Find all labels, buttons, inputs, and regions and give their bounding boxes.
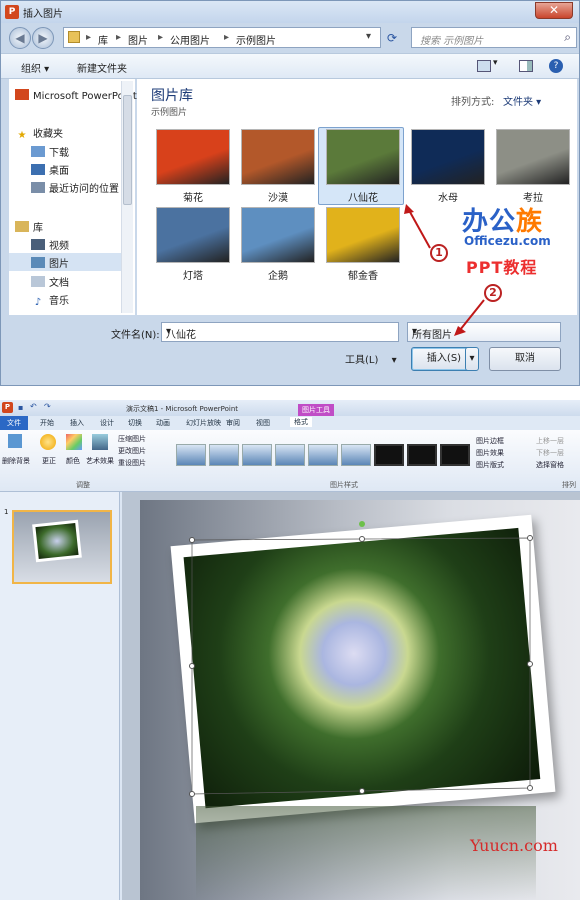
picture-style-swatch[interactable]: [341, 444, 371, 466]
thumbnail-hydrangea: [35, 522, 79, 560]
picture-style-swatch[interactable]: [407, 444, 437, 466]
color-icon[interactable]: [66, 434, 82, 450]
corrections-icon[interactable]: [40, 434, 56, 450]
callout-arrowhead-2: [454, 326, 466, 336]
picture-style-swatch[interactable]: [176, 444, 206, 466]
reset-picture-button[interactable]: 重设图片: [118, 458, 146, 468]
bring-forward-button[interactable]: 上移一层: [536, 436, 564, 446]
ribbon-tab[interactable]: 幻灯片放映: [186, 418, 221, 428]
resize-handle[interactable]: [527, 785, 533, 791]
watermark-domain: Officezu.com: [464, 234, 551, 248]
ribbon-tabs: 开始 插入 设计 切换 动画 幻灯片放映 审阅 视图 格式: [0, 416, 580, 430]
artistic-effects-icon[interactable]: [92, 434, 108, 450]
resize-handle[interactable]: [189, 791, 195, 797]
artistic-effects-button[interactable]: 艺术效果: [86, 456, 114, 466]
compress-pictures-button[interactable]: 压缩图片: [118, 434, 146, 444]
picture-effects-button[interactable]: 图片效果: [476, 448, 504, 458]
selection-box: [191, 537, 531, 795]
resize-handle[interactable]: [527, 535, 533, 541]
redo-icon[interactable]: ↷: [44, 402, 51, 411]
ribbon: 删除背景 更正 颜色 艺术效果 压缩图片 更改图片 重设图片 调整 图片样式 图…: [0, 430, 580, 492]
resize-handle[interactable]: [527, 661, 533, 667]
annotation-arrows: [404, 204, 485, 336]
watermark-course: PPT教程: [466, 258, 538, 277]
watermark-site: Yuucn.com: [470, 836, 558, 855]
resize-handle[interactable]: [359, 536, 365, 542]
callout-arrowhead-1: [404, 204, 414, 214]
slide-thumbnail[interactable]: [12, 510, 112, 584]
powerpoint-app-icon: P: [2, 402, 13, 413]
picture-layout-button[interactable]: 图片版式: [476, 460, 504, 470]
picture-style-swatch[interactable]: [275, 444, 305, 466]
ribbon-tab[interactable]: 开始: [40, 418, 54, 428]
resize-handle[interactable]: [189, 537, 195, 543]
change-picture-button[interactable]: 更改图片: [118, 446, 146, 456]
watermark-brand: 办公族: [462, 201, 543, 238]
save-icon[interactable]: ▪: [18, 403, 23, 412]
ppt-titlebar: P ▪ ↶ ↷ 演示文稿1 - Microsoft PowerPoint 图片工…: [0, 400, 580, 416]
picture-border-button[interactable]: 图片边框: [476, 436, 504, 446]
selection-handles: [189, 521, 533, 797]
adjust-group-label: 调整: [76, 481, 90, 489]
slide-number: 1: [4, 508, 9, 516]
callout-number-1: 1: [430, 244, 448, 262]
undo-icon[interactable]: ↶: [30, 402, 37, 411]
remove-background-button[interactable]: 删除背景: [2, 456, 30, 466]
resize-handle[interactable]: [359, 788, 365, 794]
picture-style-swatch[interactable]: [308, 444, 338, 466]
resize-handle[interactable]: [189, 663, 195, 669]
send-backward-button[interactable]: 下移一层: [536, 448, 564, 458]
remove-background-icon[interactable]: [8, 434, 22, 448]
callout-arrow-1: [409, 211, 431, 249]
ribbon-tab[interactable]: 动画: [156, 418, 170, 428]
corrections-button[interactable]: 更正: [42, 456, 56, 466]
picture-tools-label: 图片工具: [298, 404, 334, 416]
ribbon-tab[interactable]: 视图: [256, 418, 270, 428]
picture-styles-group-label: 图片样式: [330, 481, 358, 489]
picture-style-swatch[interactable]: [209, 444, 239, 466]
thumbnail-photo: [32, 519, 82, 563]
ppt-window-title: 演示文稿1 - Microsoft PowerPoint: [126, 405, 239, 413]
ribbon-tab[interactable]: 插入: [70, 418, 84, 428]
callout-number-2: 2: [484, 284, 502, 302]
ribbon-tab[interactable]: 设计: [100, 418, 114, 428]
picture-style-swatch[interactable]: [440, 444, 470, 466]
color-button[interactable]: 颜色: [66, 456, 80, 466]
picture-style-swatch[interactable]: [374, 444, 404, 466]
ribbon-tab[interactable]: 切换: [128, 418, 142, 428]
ribbon-tab[interactable]: 审阅: [226, 418, 240, 428]
callout-arrow-2: [459, 299, 485, 331]
arrange-group-label: 排列: [562, 481, 576, 489]
watermark-brand-a: 办公: [462, 207, 517, 237]
tab-file[interactable]: 文件: [0, 416, 28, 430]
rotate-handle[interactable]: [359, 521, 365, 527]
picture-style-swatch[interactable]: [242, 444, 272, 466]
watermark-brand-b: 族: [516, 207, 544, 237]
ribbon-tab[interactable]: 格式: [290, 417, 312, 427]
selection-pane-button[interactable]: 选择窗格: [536, 460, 564, 470]
